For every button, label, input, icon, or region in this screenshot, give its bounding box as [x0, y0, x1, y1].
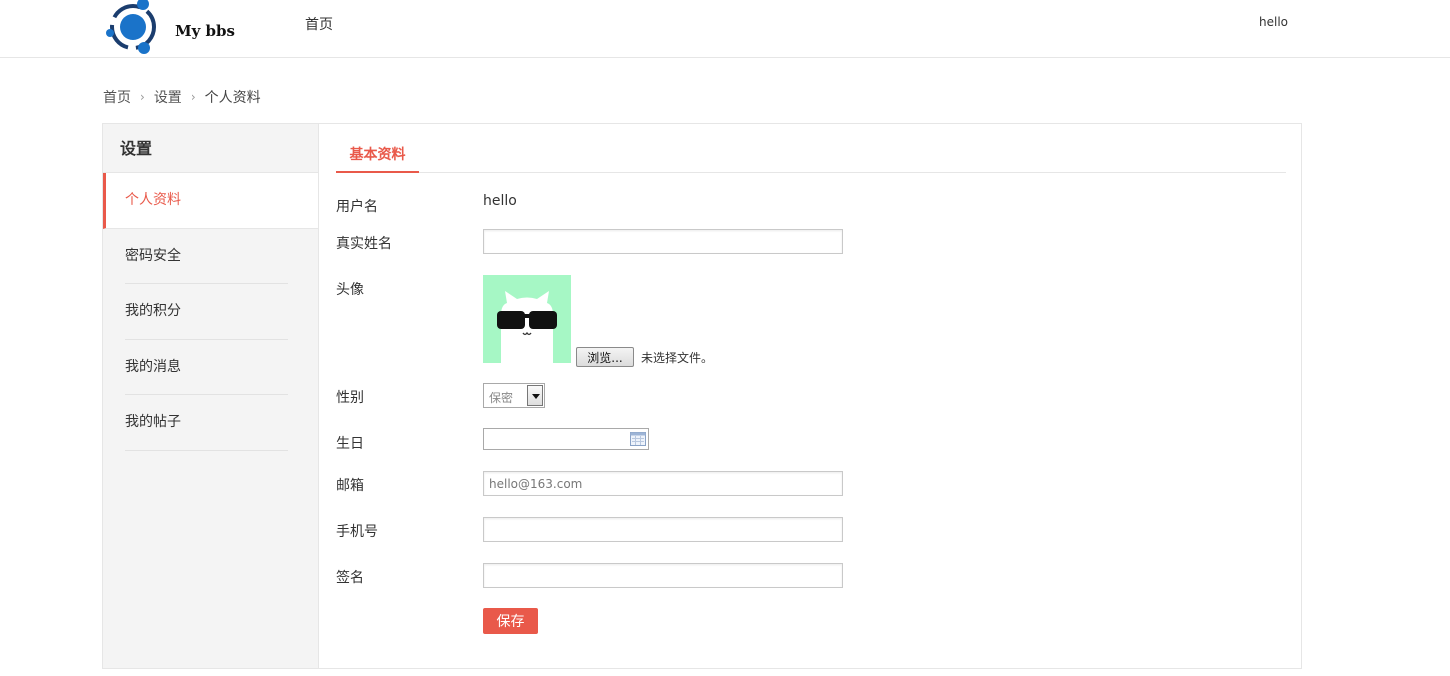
breadcrumb-home[interactable]: 首页 [103, 87, 131, 107]
calendar-icon[interactable] [630, 432, 646, 446]
realname-label: 真实姓名 [336, 236, 392, 252]
phone-label: 手机号 [336, 524, 378, 540]
browse-file-button[interactable]: 浏览... [576, 347, 634, 367]
sidebar-item-label: 我的积分 [125, 303, 181, 319]
sidebar-item-label: 个人资料 [125, 192, 181, 208]
breadcrumb-settings[interactable]: 设置 [154, 87, 182, 107]
tab-bar: 基本资料 [336, 137, 1286, 173]
nav-home-link[interactable]: 首页 [305, 14, 333, 34]
sidebar-item-label: 我的消息 [125, 358, 181, 375]
sidebar-item-messages[interactable]: 我的消息 [103, 340, 318, 395]
logo-icon [106, 0, 156, 54]
sidebar-item-posts[interactable]: 我的帖子 [103, 395, 318, 451]
sidebar-item-profile[interactable]: 个人资料 [103, 173, 318, 229]
top-header: My bbs 首页 hello [0, 0, 1450, 58]
gender-select[interactable]: 保密 [483, 383, 545, 408]
sidebar-title: 设置 [103, 124, 318, 173]
brand-name: My bbs [175, 22, 235, 40]
gender-selected-value: 保密 [489, 391, 514, 405]
sidebar-item-label: 密码安全 [125, 247, 181, 264]
sidebar-item-points[interactable]: 我的积分 [103, 284, 318, 340]
user-menu-link[interactable]: hello [1259, 15, 1288, 29]
avatar-cat-icon [483, 275, 571, 363]
breadcrumb-separator-icon: › [190, 90, 196, 104]
phone-input[interactable] [483, 517, 843, 542]
gender-label: 性别 [336, 390, 364, 406]
birthday-label: 生日 [336, 436, 364, 452]
signature-input[interactable] [483, 563, 843, 588]
file-status-text: 未选择文件。 [641, 351, 714, 365]
chevron-down-icon[interactable] [527, 385, 543, 406]
sidebar-item-password[interactable]: 密码安全 [103, 229, 318, 284]
signature-label: 签名 [336, 570, 364, 586]
tab-basic-info[interactable]: 基本资料 [336, 137, 419, 173]
settings-sidebar: 设置 个人资料 密码安全 我的积分 我的消息 我的帖子 [103, 124, 319, 668]
sidebar-item-label: 我的帖子 [125, 414, 181, 430]
breadcrumb-separator-icon: › [140, 90, 145, 104]
realname-input[interactable] [483, 229, 843, 254]
divider [125, 449, 288, 451]
settings-panel: 设置 个人资料 密码安全 我的积分 我的消息 我的帖子 基本资料 用户名 hel… [102, 123, 1302, 669]
username-value: hello [483, 193, 517, 209]
save-button[interactable]: 保存 [483, 608, 538, 634]
breadcrumb-current: 个人资料 [204, 90, 261, 106]
breadcrumb: 首页 › 设置 › 个人资料 [103, 87, 261, 107]
birthday-date-input[interactable] [483, 428, 649, 450]
email-label: 邮箱 [336, 478, 364, 494]
username-label: 用户名 [336, 199, 378, 215]
avatar [483, 275, 571, 363]
avatar-label: 头像 [336, 282, 364, 298]
email-input[interactable] [483, 471, 843, 496]
